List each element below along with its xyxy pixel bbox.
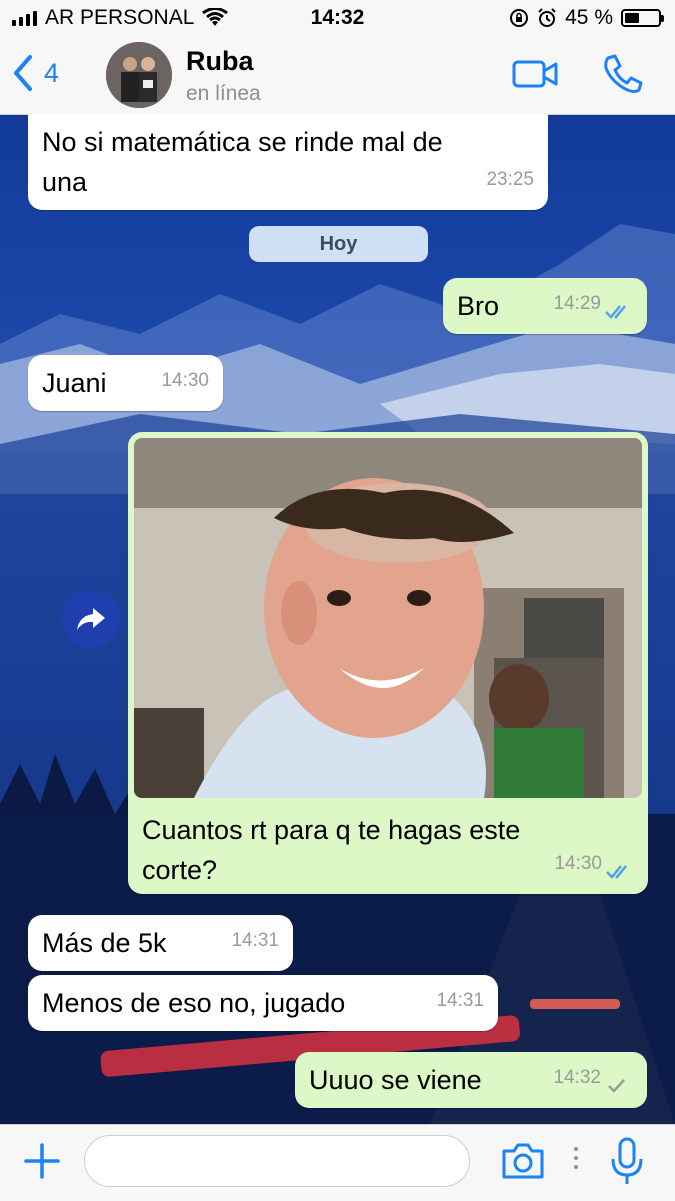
message-time: 14:30	[161, 370, 209, 391]
status-bar: AR PERSONAL 14:32 45 %	[0, 0, 675, 36]
video-call-button[interactable]	[512, 58, 560, 95]
message-text: No si matemática se rinde mal de	[42, 127, 443, 157]
chat-header: 4 Ruba en línea	[0, 36, 675, 115]
message-bubble-incoming[interactable]: Juani 14:30	[28, 355, 223, 411]
message-bubble-outgoing[interactable]: Bro 14:29	[443, 278, 647, 334]
microphone-icon	[611, 1137, 643, 1184]
message-time: 14:32	[553, 1067, 601, 1088]
photo-caption: Cuantos rt para q te hagas este corte?	[142, 810, 520, 890]
caption-line: corte?	[142, 855, 218, 885]
message-time: 14:31	[231, 930, 279, 951]
shared-photo[interactable]	[134, 438, 642, 798]
caption-line: Cuantos rt para q te hagas este	[142, 815, 521, 845]
message-text: una	[42, 167, 88, 197]
message-bubble-incoming[interactable]: Más de 5k 14:31	[28, 915, 293, 971]
message-time: 14:30	[554, 853, 602, 874]
alarm-icon	[538, 8, 556, 27]
camera-icon	[502, 1143, 544, 1179]
message-time: 14:31	[436, 990, 484, 1011]
chevron-left-icon	[14, 55, 32, 91]
rotation-lock-icon	[510, 9, 529, 27]
more-options-icon[interactable]	[574, 1147, 578, 1169]
avatar[interactable]	[106, 42, 172, 108]
date-separator: Hoy	[249, 226, 428, 262]
phone-icon	[604, 54, 643, 93]
message-text: Más de 5k	[42, 928, 167, 958]
double-check-read-icon	[605, 305, 626, 319]
double-check-read-icon	[606, 865, 627, 879]
microphone-button[interactable]	[610, 1137, 644, 1192]
contact-status: en línea	[186, 82, 261, 105]
back-button[interactable]: 4	[12, 54, 59, 92]
message-text: Uuuo se viene	[309, 1065, 482, 1095]
message-text: Juani	[42, 368, 107, 398]
message-bubble-incoming[interactable]: Menos de eso no, jugado 14:31	[28, 975, 498, 1031]
battery-icon	[621, 9, 664, 27]
camera-button[interactable]	[500, 1141, 546, 1186]
message-text: Menos de eso no, jugado	[42, 988, 346, 1018]
battery-percent: 45 %	[565, 6, 613, 29]
single-check-sent-icon	[608, 1079, 625, 1093]
status-right: 45 %	[509, 6, 664, 30]
video-call-icon	[512, 60, 558, 88]
message-bubble-outgoing[interactable]: Uuuo se viene 14:32	[295, 1052, 647, 1108]
message-text: Bro	[457, 291, 500, 321]
message-time: 23:25	[486, 169, 534, 190]
message-input-bar	[0, 1124, 675, 1201]
message-time: 14:29	[553, 293, 601, 314]
unread-count: 4	[44, 57, 60, 88]
forward-button[interactable]	[62, 590, 120, 648]
attach-button[interactable]	[24, 1143, 60, 1184]
forward-icon	[77, 608, 105, 630]
message-bubble-incoming[interactable]: No si matemática se rinde mal de una 23:…	[28, 114, 548, 210]
plus-icon	[24, 1143, 60, 1179]
voice-call-button[interactable]	[600, 52, 644, 101]
message-input[interactable]	[84, 1135, 470, 1187]
contact-name[interactable]: Ruba	[186, 46, 254, 77]
